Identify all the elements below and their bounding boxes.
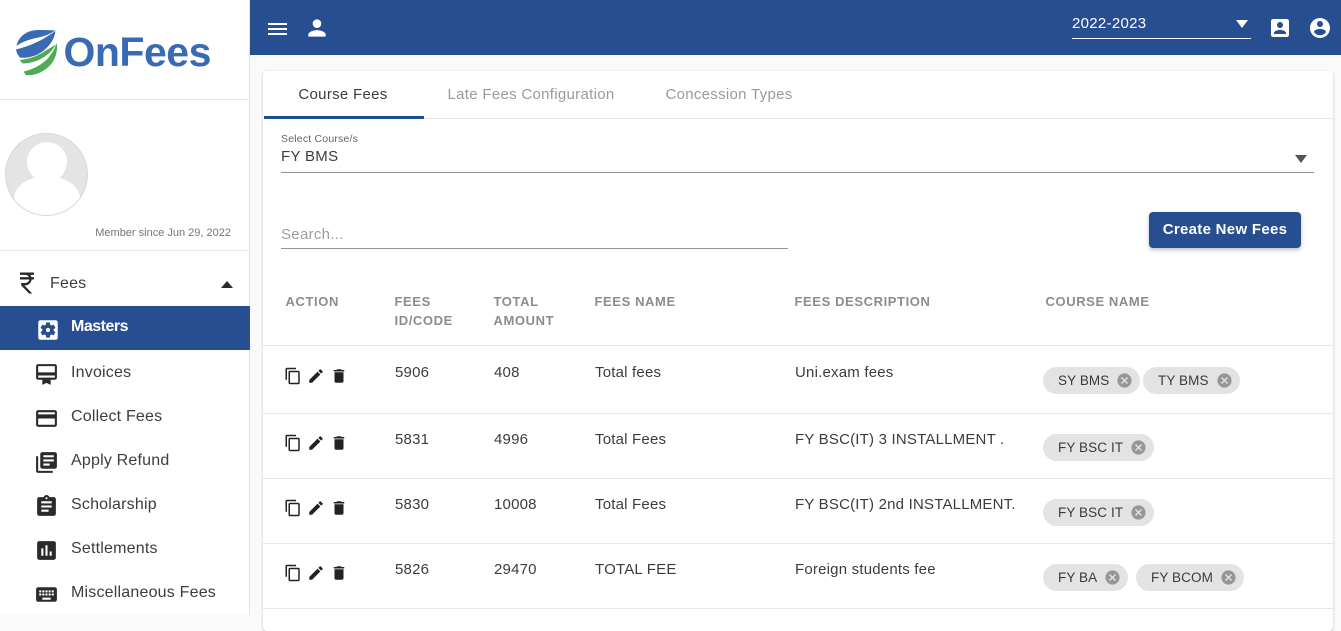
svg-text:OnFees: OnFees	[64, 29, 211, 75]
